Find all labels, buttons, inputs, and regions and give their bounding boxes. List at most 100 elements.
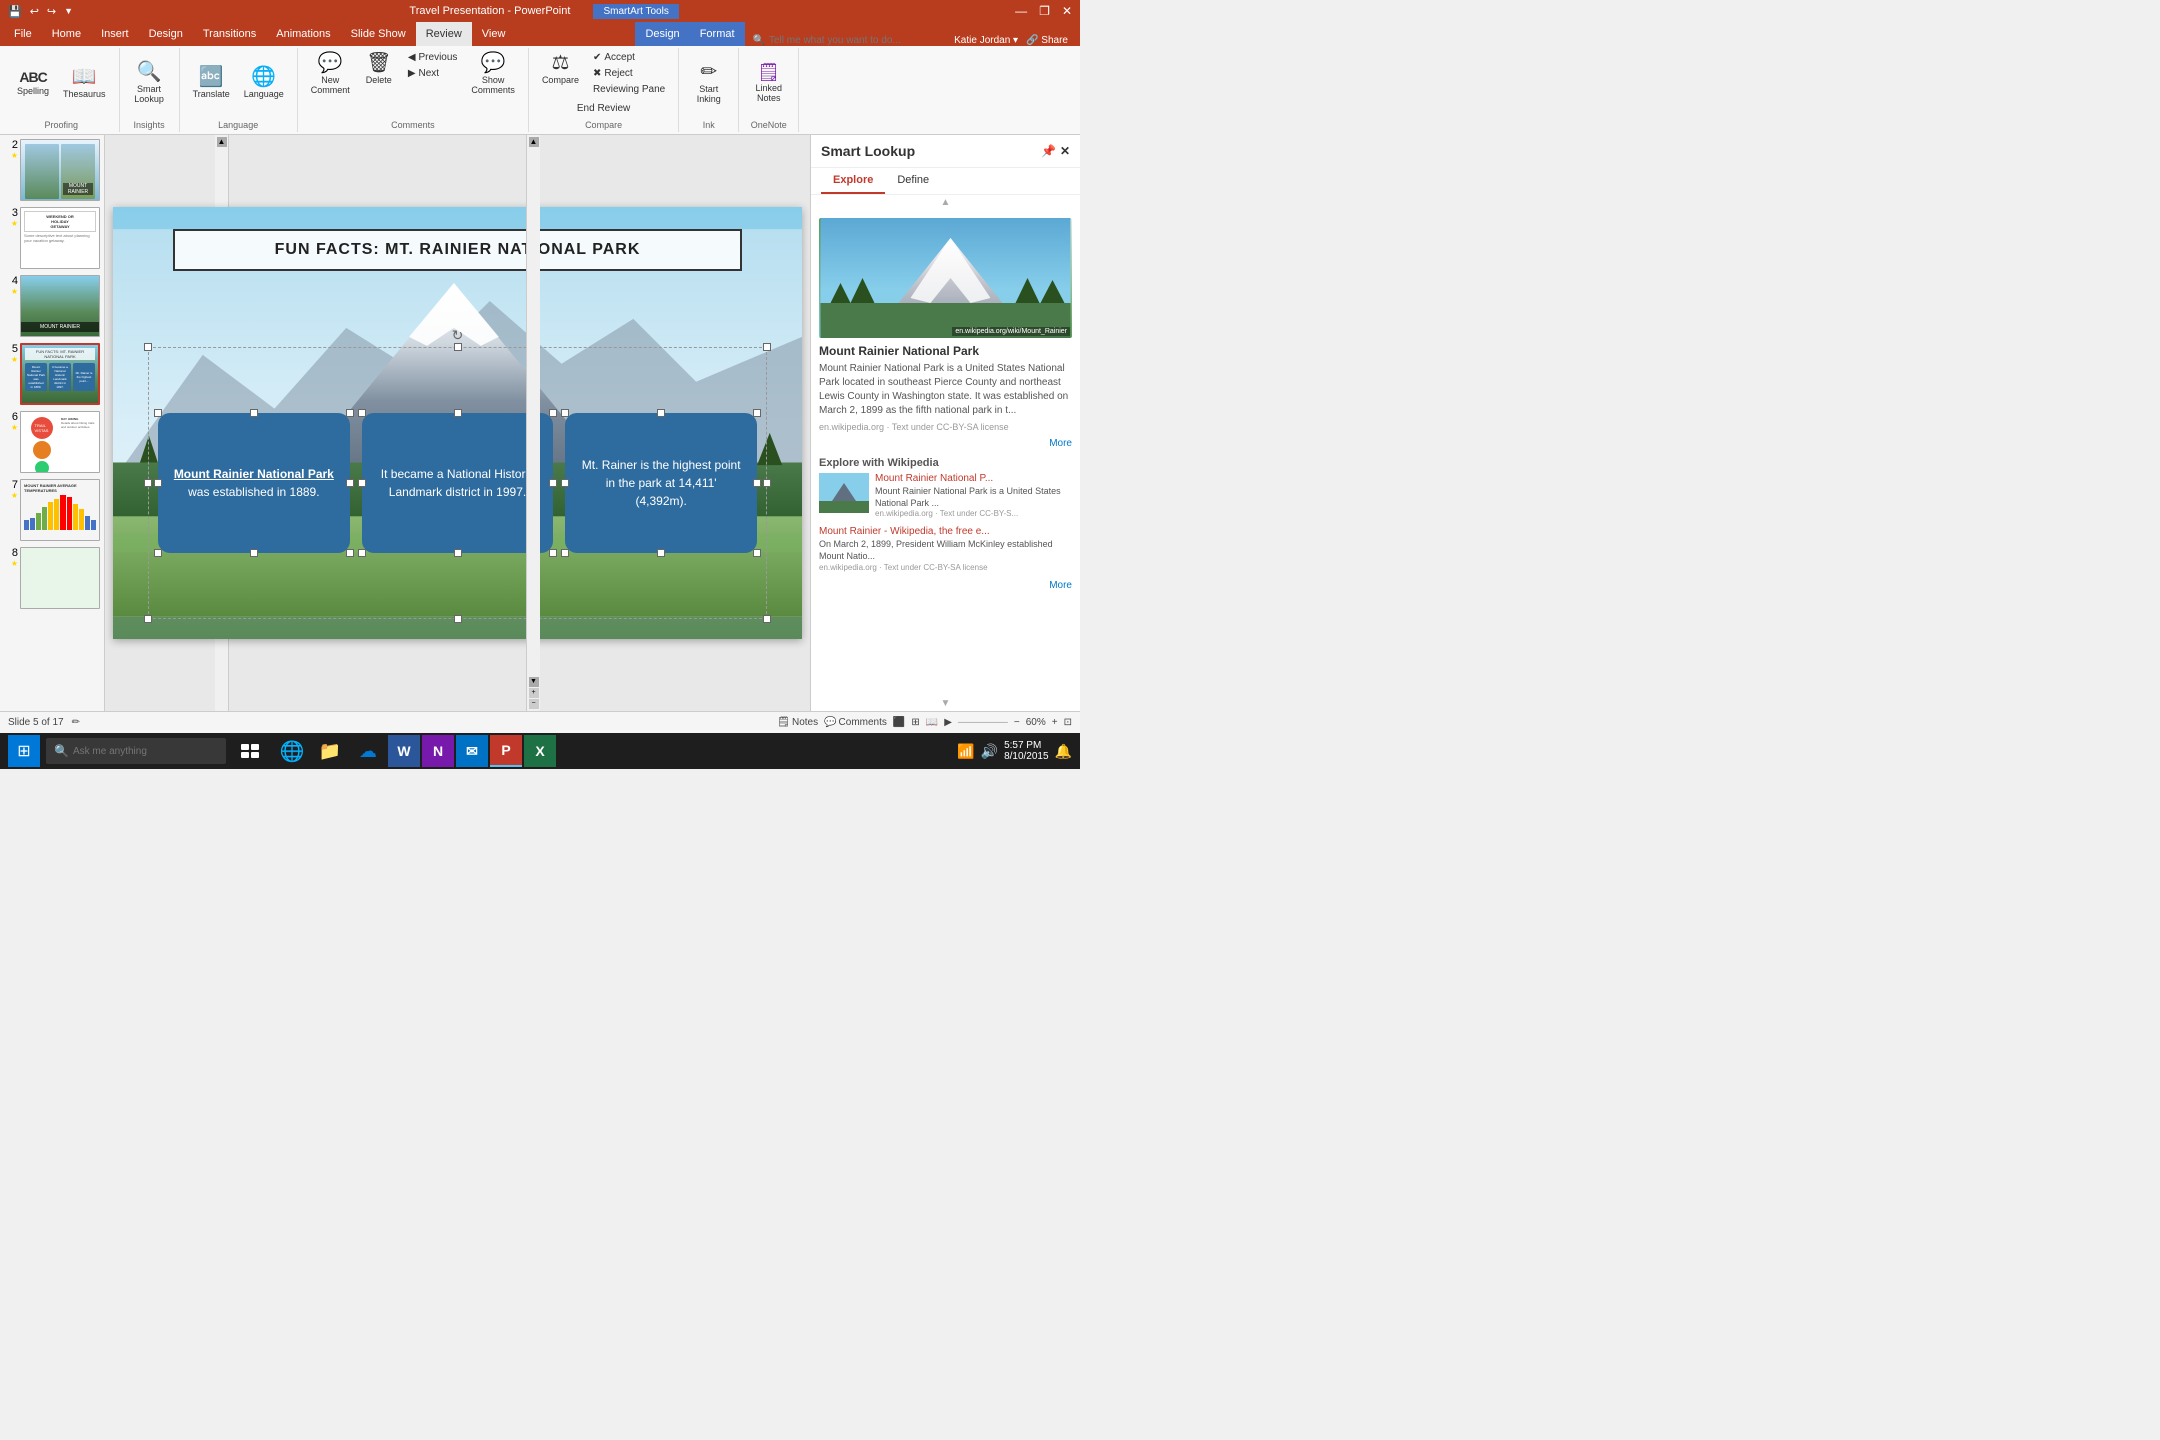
zoom-in-status-btn[interactable]: + — [1052, 717, 1058, 728]
taskbar-outlook[interactable]: ✉ — [456, 735, 488, 767]
slide-thumb-2[interactable]: 2 ★ MOUNT RAINIER — [4, 139, 100, 201]
slide-wrapper[interactable]: ▲ — [105, 135, 810, 711]
zoom-out-status-btn[interactable]: − — [1014, 717, 1020, 728]
taskbar-powerpoint[interactable]: P — [490, 735, 522, 767]
handle-ml[interactable] — [144, 479, 152, 487]
slide-preview-3[interactable]: WEEKEND ORHOLIDAYGETAWAY Some descriptiv… — [20, 207, 100, 269]
translate-btn[interactable]: 🔤 Translate — [188, 64, 235, 102]
end-review-btn[interactable]: End Review — [572, 101, 635, 116]
reading-view-btn[interactable]: 📖 — [926, 717, 938, 728]
search-box-container[interactable]: 🔍 — [745, 35, 955, 46]
handle-tr[interactable] — [763, 343, 771, 351]
tab-view[interactable]: View — [472, 22, 516, 46]
wiki-result-title-2[interactable]: Mount Rainier - Wikipedia, the free e... — [819, 526, 1072, 537]
slide-thumb-7[interactable]: 7 ★ MOUNT RAINIER AVERAGE TEMPERATURES — [4, 479, 100, 541]
box1-handle-br[interactable] — [346, 549, 354, 557]
fit-slide-btn[interactable]: ⊡ — [1064, 717, 1072, 728]
redo-icon[interactable]: ↪ — [47, 5, 56, 18]
delete-comment-btn[interactable]: 🗑 Delete — [359, 50, 399, 88]
show-comments-btn[interactable]: 💬 ShowComments — [466, 50, 520, 98]
search-input[interactable] — [73, 746, 213, 757]
normal-view-btn[interactable]: ⬛ — [893, 717, 905, 728]
handle-br[interactable] — [763, 615, 771, 623]
slide-thumb-3[interactable]: 3 ★ WEEKEND ORHOLIDAYGETAWAY Some descri… — [4, 207, 100, 269]
slide-thumb-8[interactable]: 8 ★ — [4, 547, 100, 609]
slide-preview-7[interactable]: MOUNT RAINIER AVERAGE TEMPERATURES — [20, 479, 100, 541]
scroll-up-btn[interactable]: ▲ — [529, 137, 539, 147]
slide-panel[interactable]: 2 ★ MOUNT RAINIER 3 ★ — [0, 135, 105, 711]
tab-design[interactable]: Design — [139, 22, 193, 46]
handle-bm[interactable] — [454, 615, 462, 623]
save-icon[interactable]: 💾 — [8, 5, 22, 18]
undo-icon[interactable]: ↩ — [30, 5, 39, 18]
language-btn[interactable]: 🌐 Language — [239, 64, 289, 102]
slide-sorter-btn[interactable]: ⊞ — [911, 717, 919, 728]
current-slide[interactable]: FUN FACTS: MT. RAINIER NATIONAL PARK ↻ — [113, 207, 802, 639]
taskview-btn[interactable] — [232, 733, 268, 769]
tab-smartart-format[interactable]: Format — [690, 22, 745, 46]
tab-insert[interactable]: Insert — [91, 22, 139, 46]
tell-me-input[interactable] — [769, 35, 929, 46]
box1-handle-bl[interactable] — [154, 549, 162, 557]
slide-thumb-6[interactable]: 6 ★ TRAILVISTAS DAY HIKING Details about… — [4, 411, 100, 473]
zoom-in-btn[interactable]: + — [529, 688, 539, 698]
comments-btn[interactable]: 💬 Comments — [824, 717, 887, 728]
slide-preview-2[interactable]: MOUNT RAINIER — [20, 139, 100, 201]
smartart-selection-container[interactable]: ↻ — [148, 347, 767, 619]
wiki-more-btn[interactable]: More — [819, 438, 1072, 449]
tab-review[interactable]: Review — [416, 22, 472, 46]
slide-thumb-4[interactable]: 4 ★ MOUNT RAINIER — [4, 275, 100, 337]
handle-tm[interactable] — [454, 343, 462, 351]
slide-thumb-5[interactable]: 5 ★ FUN FACTS: MT. RAINIER NATIONAL PARK… — [4, 343, 100, 405]
panel-unpin-btn[interactable]: 📌 — [1041, 144, 1056, 158]
tab-home[interactable]: Home — [42, 22, 91, 46]
panel-tab-explore[interactable]: Explore — [821, 168, 885, 194]
notes-btn[interactable]: 🗒 Notes — [777, 717, 818, 728]
linked-notes-btn[interactable]: 🗒 LinkedNotes — [749, 60, 789, 106]
next-comment-btn[interactable]: ▶ Next — [403, 66, 463, 81]
cortana-search[interactable]: 🔍 — [46, 738, 226, 764]
rotate-handle[interactable]: ↻ — [452, 327, 464, 344]
restore-btn[interactable]: ❐ — [1039, 4, 1050, 18]
slide-preview-6[interactable]: TRAILVISTAS DAY HIKING Details about hik… — [20, 411, 100, 473]
slide-preview-5[interactable]: FUN FACTS: MT. RAINIER NATIONAL PARK Mou… — [20, 343, 100, 405]
minimize-btn[interactable]: — — [1015, 4, 1027, 18]
taskbar-onenote[interactable]: N — [422, 735, 454, 767]
reviewing-pane-btn[interactable]: Reviewing Pane — [588, 82, 670, 97]
spelling-btn[interactable]: ABC Spelling — [12, 67, 54, 99]
accept-btn[interactable]: ✔ Accept — [588, 50, 670, 65]
start-inking-btn[interactable]: ✏ StartInking — [689, 59, 729, 107]
smart-lookup-btn[interactable]: 🔍 SmartLookup — [129, 59, 169, 107]
box1-handle-tm[interactable] — [250, 409, 258, 417]
panel-close-btn[interactable]: ✕ — [1060, 144, 1070, 158]
wiki-more-btn-2[interactable]: More — [819, 580, 1072, 591]
slide-title[interactable]: FUN FACTS: MT. RAINIER NATIONAL PARK — [173, 229, 742, 271]
wiki-result-title-1[interactable]: Mount Rainier National P... — [875, 473, 1072, 484]
scroll-right[interactable]: ▲ ▼ + − — [526, 135, 540, 711]
tab-file[interactable]: File — [4, 22, 42, 46]
close-btn[interactable]: ✕ — [1062, 4, 1072, 18]
panel-tab-define[interactable]: Define — [885, 168, 941, 194]
handle-mr[interactable] — [763, 479, 771, 487]
box1-handle-tr[interactable] — [346, 409, 354, 417]
box1-handle-ml[interactable] — [154, 479, 162, 487]
slide-preview-8[interactable] — [20, 547, 100, 609]
reject-btn[interactable]: ✖ Reject — [588, 66, 670, 81]
taskbar-word[interactable]: W — [388, 735, 420, 767]
customize-icon[interactable]: ▼ — [64, 6, 73, 16]
previous-comment-btn[interactable]: ◀ Previous — [403, 50, 463, 65]
edit-slide-icon[interactable]: ✏ — [72, 717, 80, 728]
tab-animations[interactable]: Animations — [266, 22, 340, 46]
taskbar-explorer[interactable]: 📁 — [312, 733, 348, 769]
handle-tl[interactable] — [144, 343, 152, 351]
taskbar-edge[interactable]: 🌐 — [274, 733, 310, 769]
start-button[interactable]: ⊞ — [8, 735, 40, 767]
smartart-box-1[interactable]: Mount Rainier National Park was establis… — [158, 413, 350, 553]
tab-slideshow[interactable]: Slide Show — [341, 22, 416, 46]
zoom-out-btn[interactable]: − — [529, 699, 539, 709]
handle-bl[interactable] — [144, 615, 152, 623]
tab-smartart-design[interactable]: Design — [635, 22, 689, 46]
tab-transitions[interactable]: Transitions — [193, 22, 266, 46]
panel-content[interactable]: en.wikipedia.org/wiki/Mount_Rainier Moun… — [811, 210, 1080, 696]
smartart-box-3[interactable]: Mt. Rainer is the highest point in the p… — [565, 413, 757, 553]
